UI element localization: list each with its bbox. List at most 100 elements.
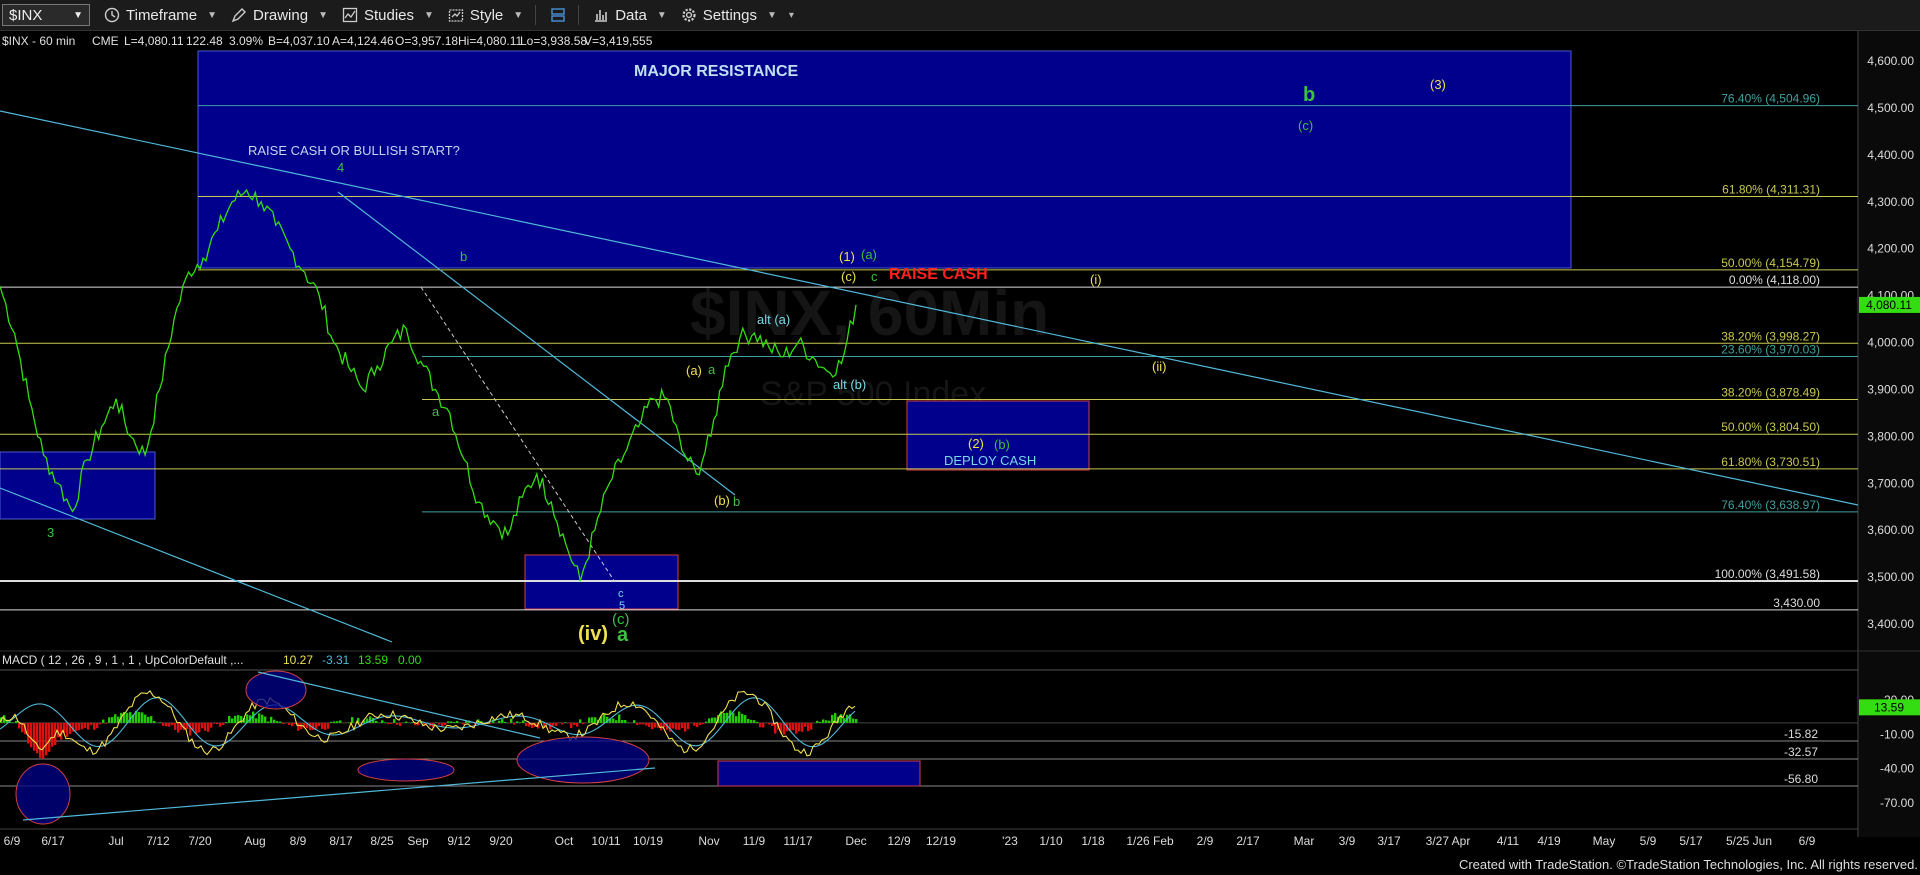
macd-histogram-bar: [738, 711, 741, 723]
macd-histogram-bar: [591, 717, 594, 723]
macd-histogram-bar: [213, 722, 216, 724]
symbol-selector[interactable]: $INX ▼: [2, 4, 90, 26]
macd-histogram-bar: [654, 722, 657, 728]
price-chart[interactable]: $INX - 60 min CME L=4,080.11 122.48 3.09…: [0, 31, 1920, 857]
macd-histogram-bar: [141, 712, 144, 723]
macd-histogram-bar: [396, 722, 399, 725]
macd-histogram-bar: [522, 720, 525, 723]
macd-histogram-bar: [45, 722, 48, 756]
fib-level-label: 61.80% (3,730.51): [1721, 455, 1820, 469]
macd-histogram-bar: [405, 721, 408, 723]
date-tick-label: 5/17: [1679, 834, 1703, 848]
last-price: L=4,080.11: [124, 34, 184, 48]
wave-b-green-nov: b: [733, 494, 740, 509]
date-tick-label: 3/27 Apr: [1426, 834, 1471, 848]
chart-header: $INX - 60 min CME L=4,080.11 122.48 3.09…: [2, 34, 653, 48]
date-tick-label: Jul: [108, 834, 123, 848]
wave-1-paren: (1): [839, 249, 855, 264]
macd-histogram-bar: [744, 715, 747, 723]
macd-histogram-bar: [87, 722, 90, 730]
settings-label: Settings: [702, 6, 757, 24]
date-tick-label: 3/9: [1339, 834, 1356, 848]
macd-histogram: 13.59: [358, 653, 388, 667]
high-price: Hi=4,080.11: [458, 34, 522, 48]
macd-histogram-bar: [618, 714, 621, 723]
date-tick-label: '23: [1002, 834, 1018, 848]
macd-histogram-bar: [750, 719, 753, 723]
macd-histogram-bar: [393, 719, 396, 723]
raise-cash-label: RAISE CASH: [889, 266, 988, 283]
macd-histogram-bar: [759, 722, 762, 728]
data-label: Data: [615, 6, 647, 24]
macd-histogram-bar: [714, 717, 717, 723]
volume: V=3,419,555: [584, 34, 653, 48]
wave-a-green-nov: a: [708, 362, 716, 377]
macd-histogram-bar: [831, 714, 834, 723]
style-menu[interactable]: Style ▼: [448, 7, 523, 24]
wave-a-green-sep: a: [432, 404, 440, 419]
macd-histogram-bar: [318, 722, 321, 727]
macd-histogram-bar: [741, 713, 744, 723]
date-tick-label: Mar: [1294, 834, 1315, 848]
macd-histogram-bar: [801, 722, 804, 732]
price-tick-label: 4,200.00: [1867, 242, 1914, 256]
macd-histogram-bar: [453, 722, 456, 723]
fib-level-label: 61.80% (4,311.31): [1722, 182, 1820, 196]
macd-signal: -3.31: [322, 653, 350, 667]
price-tick-label: 4,600.00: [1867, 54, 1914, 68]
macd-histogram-bar: [642, 722, 645, 725]
last-price-marker: 4,080.11: [1859, 296, 1920, 313]
macd-histogram-bar: [681, 722, 684, 729]
macd-value: 10.27: [283, 653, 313, 667]
macd-histogram-bar: [573, 722, 576, 725]
macd-histogram-bar: [567, 722, 570, 724]
macd-histogram-bar: [852, 718, 855, 723]
timeframe-menu[interactable]: Timeframe ▼: [104, 7, 217, 24]
drawing-menu[interactable]: Drawing ▼: [231, 7, 328, 24]
macd-histogram-bar: [411, 722, 414, 723]
wave-b-paren-green: (b): [994, 437, 1010, 452]
symbol-dropdown-icon: ▼: [73, 9, 83, 21]
major-resistance-zone: [197, 50, 1572, 269]
macd-histogram-bar: [771, 722, 774, 726]
macd-histogram-bar: [225, 721, 228, 723]
macd-histogram-bar: [291, 722, 294, 727]
toolbar-divider: [578, 5, 580, 25]
studies-menu[interactable]: Studies ▼: [342, 7, 434, 24]
settings-menu[interactable]: Settings ▼ ▾: [681, 7, 794, 24]
chevron-down-icon: ▼: [766, 9, 777, 21]
date-tick-label: 3/17: [1377, 834, 1401, 848]
macd-histogram-bar: [810, 722, 813, 730]
macd-histogram-bar: [102, 719, 105, 723]
macd-histogram-bar: [798, 722, 801, 732]
support-zone-left: [0, 451, 156, 520]
macd-histogram-bar: [648, 722, 651, 728]
macd-histogram-bar: [288, 722, 291, 725]
wave-b-major: b: [1303, 84, 1315, 106]
studies-label: Studies: [363, 6, 415, 24]
macd-histogram-bar: [165, 722, 168, 727]
price-tick-label: 3,600.00: [1867, 523, 1914, 537]
macd-histogram-bar: [222, 722, 225, 726]
macd-histogram-bar: [828, 720, 831, 723]
fib-level-label: 0.00% (4,118.00): [1729, 273, 1820, 287]
macd-histogram-bar: [12, 722, 15, 723]
date-tick-label: Aug: [244, 834, 265, 848]
price-tick-label: 4,300.00: [1867, 195, 1914, 209]
macd-histogram-bar: [696, 722, 699, 728]
macd-histogram-bar: [162, 722, 165, 726]
date-tick-label: 8/17: [329, 834, 353, 848]
macd-tick-label: -70.00: [1880, 796, 1914, 810]
macd-histogram-bar: [621, 720, 624, 723]
macd-histogram-bar: [816, 720, 819, 723]
data-menu[interactable]: Data ▼: [593, 7, 667, 24]
layout-button[interactable]: [550, 7, 566, 23]
macd-histogram-bar: [699, 722, 702, 726]
macd-histogram-bar: [279, 721, 282, 723]
macd-histogram-bar: [93, 722, 96, 730]
price-tick-label: 3,800.00: [1867, 429, 1914, 443]
macd-level-label: -56.80: [1784, 772, 1818, 786]
macd-histogram-bar: [675, 722, 678, 730]
macd-histogram-bar: [447, 721, 450, 723]
macd-histogram-bar: [282, 722, 285, 725]
